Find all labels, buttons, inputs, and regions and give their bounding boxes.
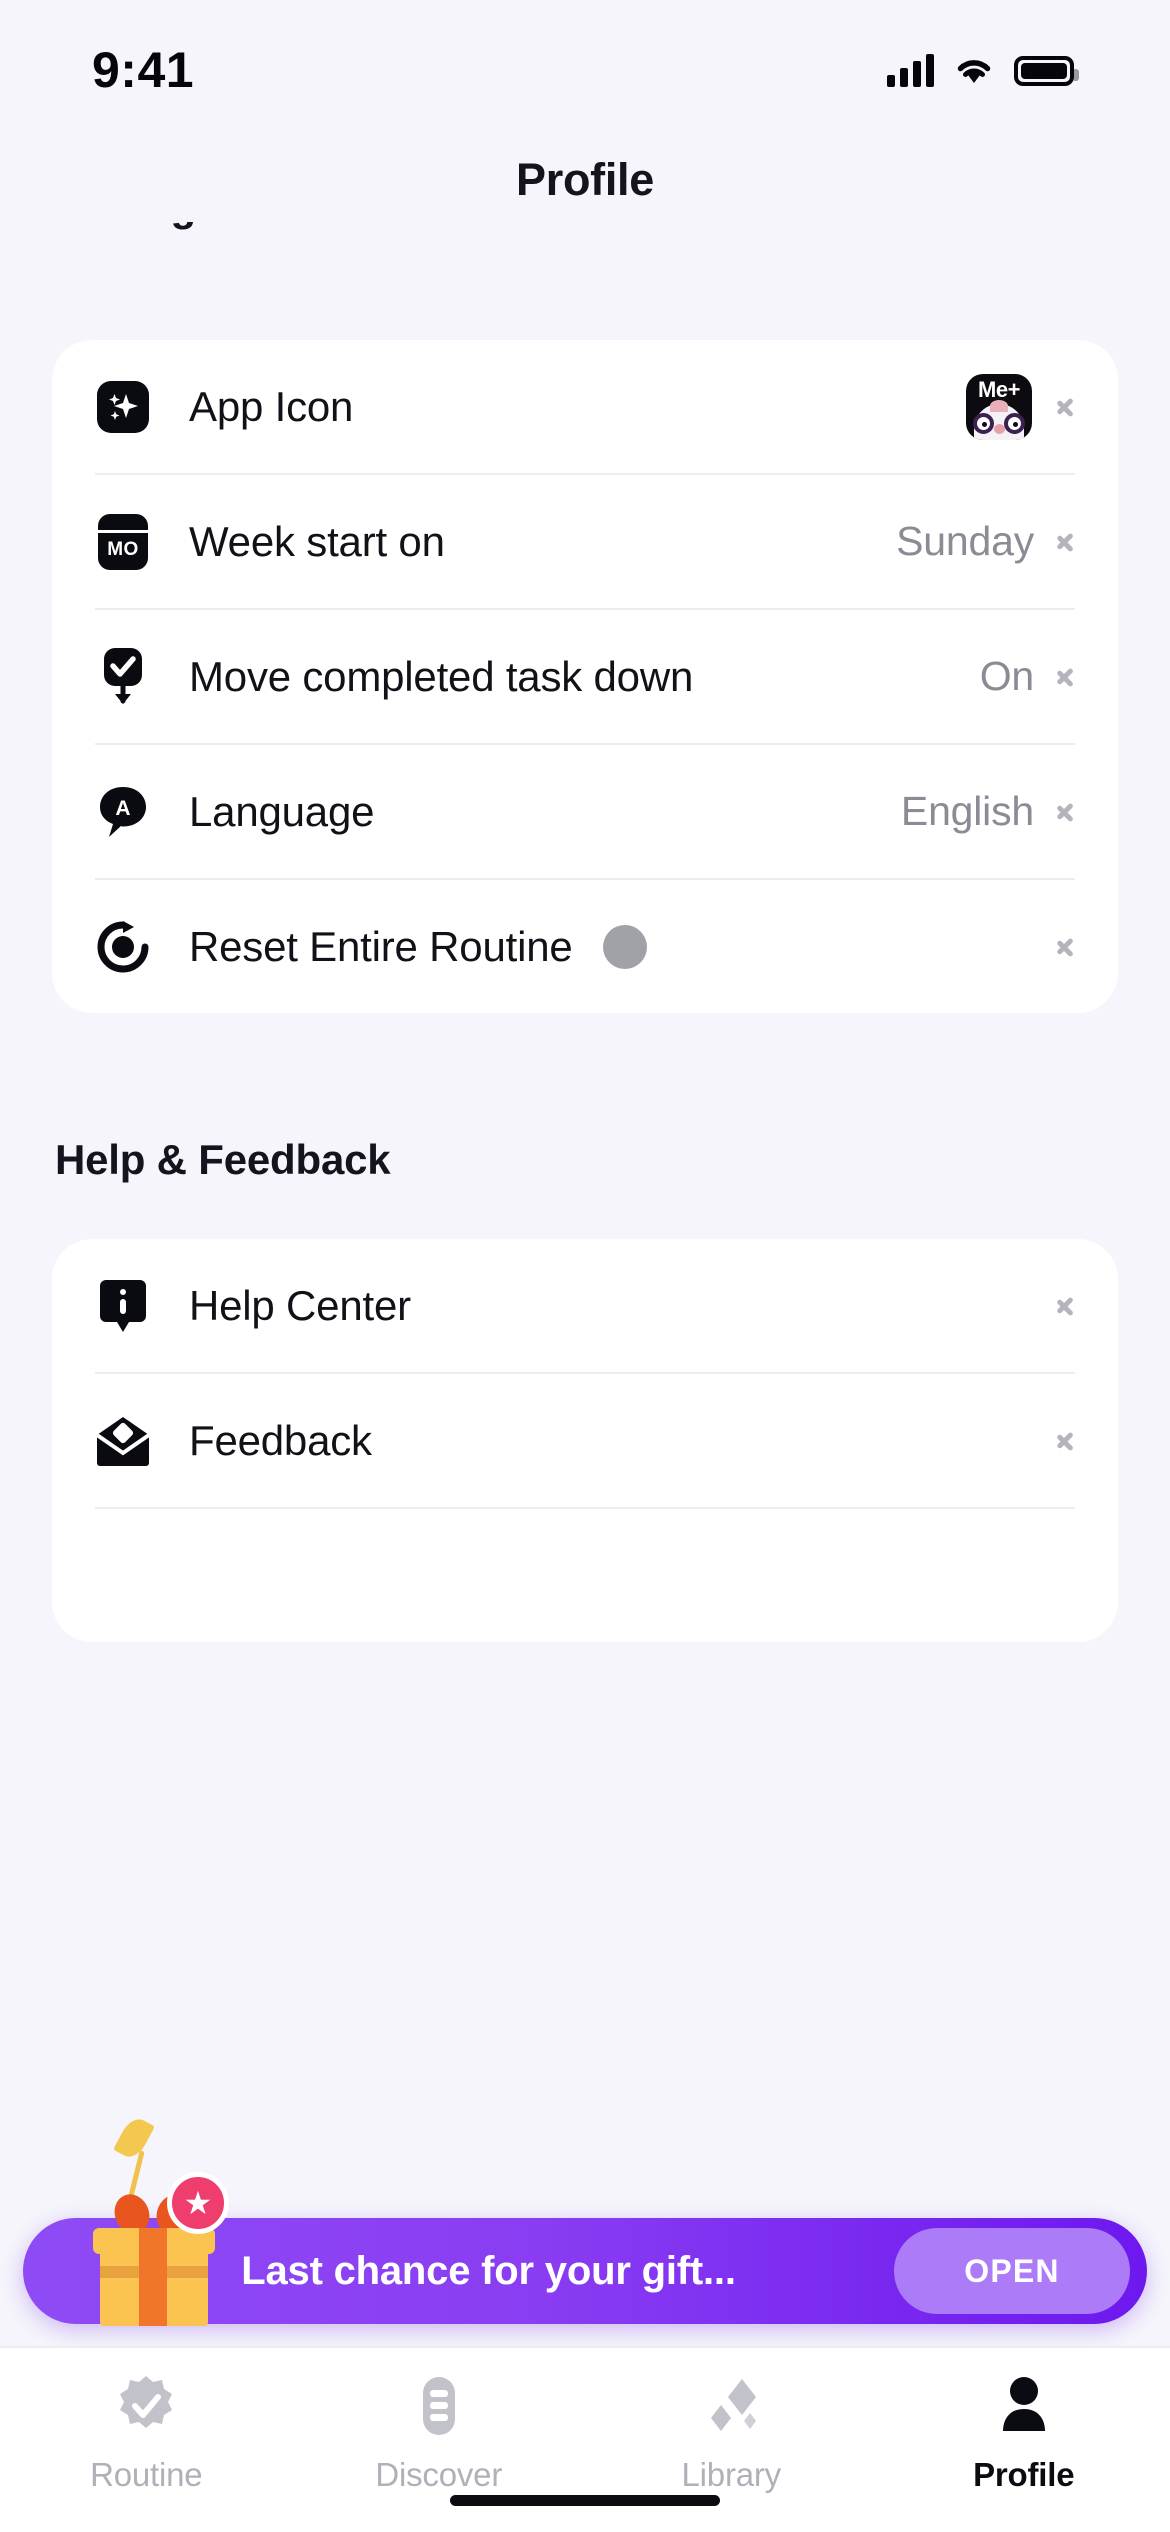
- app-icon-thumbnail-label: Me+: [978, 376, 1020, 402]
- chevron-right-icon: [1056, 527, 1073, 557]
- chevron-right-icon: [1056, 797, 1073, 827]
- chevron-right-icon: [1056, 392, 1073, 422]
- info-bubble-icon: [94, 1277, 152, 1335]
- chevron-right-icon: [1056, 1291, 1073, 1321]
- tab-bar: Routine Discover Library Profile: [0, 2346, 1170, 2532]
- help-section-heading: Help & Feedback: [55, 1136, 391, 1183]
- page-title: Profile: [516, 154, 654, 205]
- status-bar: 9:41: [0, 0, 1170, 130]
- app-icon-thumbnail[interactable]: Me+: [966, 373, 1032, 440]
- settings-row-language[interactable]: A Language English: [52, 745, 1118, 878]
- tab-label: Routine: [90, 2456, 203, 2493]
- avatar-glasses: [973, 412, 1025, 435]
- promo-banner-wrap: Last chance for your gift... OPEN ★: [0, 2114, 1170, 2346]
- help-row-help-center[interactable]: Help Center: [52, 1239, 1118, 1372]
- settings-row-value: Sunday: [896, 518, 1034, 564]
- speech-bubble-a-icon: A: [94, 783, 152, 841]
- settings-row-value: English: [900, 788, 1034, 834]
- nav-header: Profile: [0, 130, 1170, 230]
- settings-row-app-icon[interactable]: App Icon Me+: [52, 340, 1118, 473]
- settings-row-label: App Icon: [189, 382, 354, 430]
- svg-text:A: A: [115, 797, 130, 820]
- reset-circular-arrow-icon: [94, 918, 152, 976]
- settings-row-label: Week start on: [189, 517, 445, 565]
- settings-row-label: Reset Entire Routine: [189, 922, 573, 970]
- settings-row-reset-routine[interactable]: Reset Entire Routine: [52, 880, 1118, 1013]
- signal-bars-icon: [887, 54, 934, 87]
- star-badge-icon: ★: [167, 2172, 229, 2234]
- chevron-right-icon: [1056, 932, 1073, 962]
- badge-check-icon: [110, 2370, 182, 2442]
- help-row-feedback[interactable]: Feedback: [52, 1374, 1118, 1507]
- status-indicators: [887, 54, 1079, 87]
- tab-profile[interactable]: Profile: [878, 2370, 1170, 2494]
- diamond-sparkle-icon: [695, 2370, 767, 2442]
- list-capsule-icon: [403, 2370, 475, 2442]
- reset-loading-indicator: [602, 924, 647, 969]
- check-arrow-down-icon: [94, 647, 152, 706]
- open-envelope-icon: [94, 1412, 152, 1470]
- settings-row-label: Language: [189, 787, 375, 835]
- help-row-label: Feedback: [189, 1416, 372, 1464]
- settings-row-value: On: [979, 653, 1034, 699]
- tab-label: Discover: [375, 2456, 503, 2493]
- tab-routine[interactable]: Routine: [0, 2370, 293, 2494]
- status-time: 9:41: [92, 42, 195, 98]
- settings-section-heading: Settings: [0, 222, 1170, 260]
- gift-box-icon: ★: [75, 2114, 235, 2326]
- wifi-icon: [954, 55, 994, 87]
- tab-label: Library: [681, 2456, 782, 2493]
- settings-row-week-start[interactable]: MO Week start on Sunday: [52, 475, 1118, 608]
- calendar-mo-icon: MO: [94, 513, 152, 571]
- help-card: Help Center Feedback: [52, 1239, 1118, 1642]
- tab-library[interactable]: Library: [585, 2370, 878, 2494]
- settings-row-move-completed[interactable]: Move completed task down On: [52, 610, 1118, 743]
- settings-card: App Icon Me+ MO Week start on Sunday Mov…: [52, 340, 1118, 1013]
- battery-full-icon: [1014, 56, 1079, 86]
- tab-discover[interactable]: Discover: [293, 2370, 586, 2494]
- settings-section-heading-text: Settings: [55, 222, 1170, 228]
- chevron-right-icon: [1056, 662, 1073, 692]
- promo-open-button[interactable]: OPEN: [894, 2228, 1130, 2314]
- person-icon: [988, 2370, 1060, 2442]
- phone-screen: 9:41 Profile Settings: [0, 0, 1170, 2532]
- settings-row-label: Move completed task down: [189, 652, 694, 700]
- chevron-right-icon: [1056, 1426, 1073, 1456]
- home-indicator: [450, 2495, 720, 2506]
- promo-banner[interactable]: Last chance for your gift... OPEN ★: [23, 2114, 1147, 2326]
- tab-label: Profile: [973, 2456, 1075, 2493]
- sparkles-icon: [94, 378, 152, 436]
- help-row-extra[interactable]: [52, 1509, 1118, 1642]
- avatar-bun: [990, 399, 1008, 412]
- help-row-label: Help Center: [189, 1281, 411, 1329]
